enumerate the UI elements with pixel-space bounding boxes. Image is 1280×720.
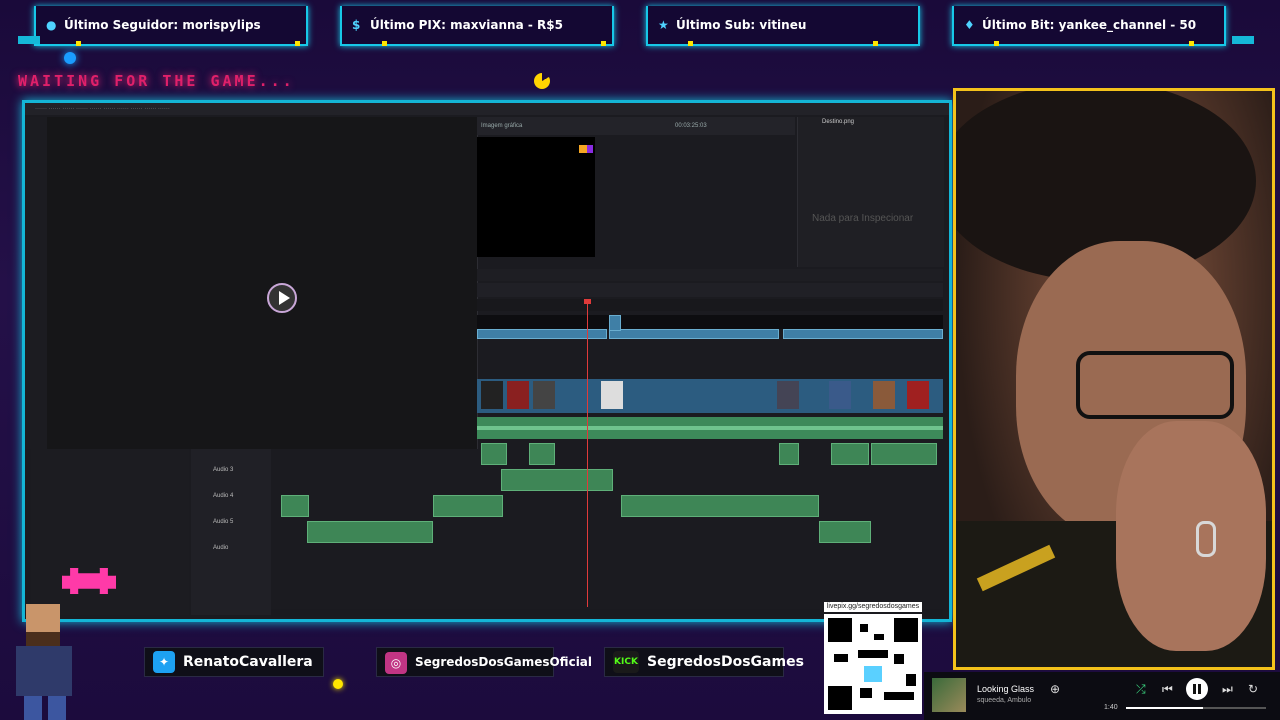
twitter-link[interactable]: ✦ RenatoCavallera (144, 647, 324, 677)
track-label: Audio 5 (213, 519, 234, 525)
shuffle-icon[interactable]: ⤮ (1136, 682, 1146, 697)
audio-clip[interactable] (501, 469, 613, 491)
audio-clip[interactable] (779, 443, 799, 465)
preview-sprite (579, 145, 587, 153)
timeline-ruler[interactable] (477, 299, 943, 311)
kick-handle: SegredosDosGames (647, 654, 804, 670)
editor-menubar: ······ ······ ······ ······ ······ ·····… (25, 103, 949, 115)
timeline-clip[interactable] (783, 329, 943, 339)
decor-yellow-dot (333, 679, 343, 689)
audio-clip[interactable] (819, 521, 871, 543)
webcam-feed (953, 88, 1275, 670)
audio-track-main[interactable] (477, 417, 943, 439)
audio-clip[interactable] (433, 495, 503, 517)
instagram-handle: SegredosDosGamesOficial (415, 655, 593, 669)
alert-pix-text: Último PIX: maxvianna - R$5 (370, 18, 563, 32)
audio-clip[interactable] (481, 443, 507, 465)
timeline-clip[interactable] (609, 315, 621, 331)
instagram-icon: ◎ (385, 651, 407, 674)
album-art (932, 678, 966, 712)
qr-label: livepix.gg/segredosdosgames (824, 602, 922, 612)
preview-header: Imagem gráfica 00:03:25:03 (477, 117, 795, 135)
pause-button[interactable] (1186, 678, 1208, 700)
elapsed-time: 1:40 (1104, 704, 1118, 711)
diamond-icon: ♦ (964, 18, 975, 32)
track-label: Audio 3 (213, 467, 234, 473)
editor-capture: ······ ······ ······ ······ ······ ·····… (22, 100, 952, 622)
pixel-character (6, 604, 86, 720)
decor-blue-dot (64, 52, 76, 64)
kick-icon: KICK (613, 651, 639, 673)
alert-bit-text: Último Bit: yankee_channel - 50 (982, 18, 1197, 32)
play-button[interactable] (267, 283, 297, 313)
timeline-clip[interactable] (609, 329, 779, 339)
inspector-empty-text: Nada para Inspecionar (812, 213, 914, 224)
timeline-toolbar[interactable] (477, 283, 943, 297)
music-player: Looking Glass squeeda, Ambulo ⊕ ⤮ ⏮ ⏭ ↻ … (924, 672, 1280, 720)
alert-last-sub: ★ Último Sub: vitineu (646, 6, 920, 46)
inspector-panel: Destino.png Nada para Inspecionar (797, 117, 944, 267)
audio-clip[interactable] (281, 495, 309, 517)
editor-left-rail (25, 117, 47, 449)
video-track[interactable] (477, 379, 943, 413)
media-viewer (47, 117, 478, 449)
inspector-file: Destino.png (822, 119, 855, 125)
audio-clip[interactable] (529, 443, 555, 465)
decor-tick-left (18, 36, 40, 44)
previous-icon[interactable]: ⏮ (1162, 682, 1173, 697)
alert-follower-text: Último Seguidor: morispylips (64, 18, 261, 32)
twitter-handle: RenatoCavallera (183, 654, 313, 670)
pacman-icon (534, 73, 550, 89)
audio-clip[interactable] (871, 443, 937, 465)
track-label: Audio 4 (213, 493, 234, 499)
track-label: Audio (213, 545, 229, 551)
audio-clip[interactable] (831, 443, 869, 465)
twitter-icon: ✦ (153, 651, 175, 673)
add-icon[interactable]: ⊕ (1050, 682, 1060, 696)
audio-clip[interactable] (621, 495, 819, 517)
media-pool (31, 449, 189, 615)
repeat-icon[interactable]: ↻ (1248, 682, 1258, 696)
preview-canvas (477, 137, 595, 257)
song-artist: squeeda, Ambulo (977, 697, 1032, 704)
timeline-playhead[interactable] (584, 299, 591, 607)
instagram-link[interactable]: ◎ SegredosDosGamesOficial (376, 647, 592, 677)
waiting-banner: WAITING FOR THE GAME... (18, 72, 295, 90)
timecode: 00:03:25:03 (675, 123, 707, 129)
alert-last-follower: ● Último Seguidor: morispylips (34, 6, 308, 46)
next-icon[interactable]: ⏭ (1222, 682, 1233, 697)
alert-sub-text: Último Sub: vitineu (676, 18, 807, 32)
track-headers: Audio 3 Audio 4 Audio 5 Audio (191, 449, 271, 615)
audio-clip[interactable] (307, 521, 433, 543)
star-icon: ★ (658, 18, 669, 32)
alert-last-bit: ♦ Último Bit: yankee_channel - 50 (952, 6, 1226, 46)
user-icon: ● (46, 18, 57, 32)
dollar-icon: $ (352, 18, 361, 32)
alert-last-pix: $ Último PIX: maxvianna - R$5 (340, 6, 614, 46)
transport-controls[interactable] (477, 269, 943, 281)
song-title: Looking Glass (977, 684, 1035, 694)
qr-code[interactable] (824, 614, 922, 714)
preview-tab[interactable]: Imagem gráfica (481, 123, 522, 129)
progress-bar[interactable] (1126, 707, 1266, 709)
kick-link[interactable]: KICK SegredosDosGames (604, 647, 804, 677)
decor-tick-right (1232, 36, 1254, 44)
title-track (477, 315, 943, 329)
